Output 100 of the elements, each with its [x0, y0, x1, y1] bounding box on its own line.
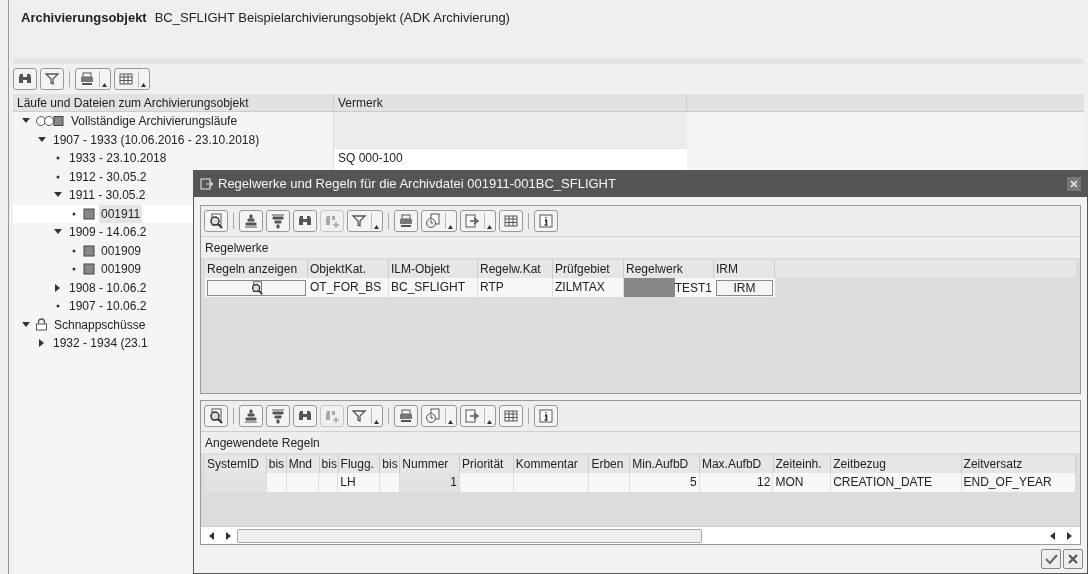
tree-node[interactable]: Vollständige Archivierungsläufe: [69, 112, 240, 131]
dropdown-arrow-icon: [102, 83, 107, 87]
show-rules-button[interactable]: [207, 279, 306, 296]
column-header[interactable]: Vermerk: [334, 94, 687, 111]
info-button[interactable]: [534, 210, 558, 232]
sort-descending-button[interactable]: [266, 404, 290, 427]
collapse-toggle-icon[interactable]: [37, 136, 47, 143]
cancel-button[interactable]: [1063, 549, 1083, 569]
confirm-button[interactable]: [1041, 549, 1061, 569]
tree-node[interactable]: 1909 - 14.06.2: [67, 223, 149, 242]
tree-node[interactable]: 1907 - 1933 (10.06.2016 - 23.10.2018): [51, 130, 262, 149]
dropdown-arrow-icon: [448, 225, 453, 229]
table-cell: OT_FOR_BS: [308, 278, 389, 297]
cross-icon: [1067, 553, 1079, 565]
tree-node[interactable]: 001909: [99, 260, 144, 279]
binoculars-button[interactable]: [293, 210, 317, 232]
document-clock-menu-button[interactable]: [421, 210, 457, 232]
document-arrow-menu-button[interactable]: [460, 210, 496, 232]
column-header[interactable]: Max.AufbD: [699, 454, 774, 473]
sort-ascending-icon: [243, 407, 259, 424]
table-grid-button[interactable]: [499, 404, 523, 427]
column-header[interactable]: Regeln anzeigen: [205, 260, 308, 278]
filter-menu-button[interactable]: [347, 210, 383, 232]
tree-node[interactable]: 001911: [99, 204, 143, 223]
tree-node[interactable]: 1912 - 30.05.2: [67, 167, 149, 186]
column-header[interactable]: Zeitversatz: [961, 454, 1076, 473]
sort-descending-icon: [270, 407, 286, 424]
column-header[interactable]: Mnd: [286, 454, 320, 473]
column-header[interactable]: Prüfgebiet: [553, 260, 624, 278]
square-icon: [83, 263, 95, 276]
document-clock-icon: [425, 407, 441, 424]
tree-node[interactable]: 1911 - 30.05.2: [67, 186, 148, 205]
tree-node[interactable]: 1908 - 10.06.2: [67, 278, 149, 297]
document-clock-menu-button[interactable]: [421, 404, 457, 427]
column-header[interactable]: Kommentar: [513, 454, 590, 473]
printer-button[interactable]: [394, 404, 418, 427]
column-header[interactable]: ObjektKat.: [308, 260, 389, 278]
column-header[interactable]: Flugg.: [338, 454, 381, 473]
table-grid-icon: [118, 71, 134, 87]
info-icon: [538, 407, 554, 424]
collapse-toggle-icon[interactable]: [21, 321, 31, 328]
binoculars-plus-icon: [324, 213, 340, 229]
collapse-toggle-icon[interactable]: [53, 229, 63, 236]
collapse-toggle-icon[interactable]: [21, 118, 31, 125]
filter-menu-button[interactable]: [347, 404, 383, 427]
close-button[interactable]: [1067, 177, 1081, 191]
info-button[interactable]: [534, 404, 558, 427]
column-header[interactable]: Regelwerk: [624, 260, 714, 278]
collapse-toggle-icon[interactable]: [53, 192, 63, 199]
table-cell: RTP: [478, 278, 553, 297]
square-icon: [83, 244, 95, 257]
magnifier-document-button[interactable]: [204, 210, 228, 232]
table-grid-menu-button[interactable]: [114, 68, 150, 90]
dropdown-arrow-icon: [487, 225, 492, 229]
tree-node[interactable]: 001909: [99, 241, 144, 260]
column-header[interactable]: IRM: [714, 260, 775, 278]
filter-icon: [351, 407, 367, 424]
filter-icon: [44, 71, 60, 87]
sort-ascending-button[interactable]: [239, 210, 263, 232]
column-header[interactable]: ILM-Objekt: [389, 260, 478, 278]
dialog-window-icon: [200, 178, 214, 190]
note-cell: SQ 000-100: [334, 149, 687, 168]
dropdown-arrow-icon: [374, 225, 379, 229]
column-header[interactable]: Erben: [589, 454, 631, 473]
horizontal-scrollbar[interactable]: [201, 526, 1080, 544]
document-arrow-icon: [464, 407, 480, 424]
filter-button[interactable]: [40, 68, 64, 90]
sort-descending-button[interactable]: [266, 210, 290, 232]
magnifier-document-button[interactable]: [204, 404, 228, 427]
binoculars-button[interactable]: [293, 404, 317, 427]
sort-ascending-button[interactable]: [239, 404, 263, 427]
magnifier-document-icon: [208, 213, 224, 229]
column-header[interactable]: bis: [266, 454, 287, 473]
table-cell-text: TEST1: [674, 279, 713, 297]
document-arrow-menu-button[interactable]: [460, 404, 496, 427]
circles-square-icon: [35, 115, 65, 128]
column-header[interactable]: SystemID: [205, 454, 267, 473]
tree-node[interactable]: Schnappschüsse: [52, 315, 148, 334]
printer-menu-button[interactable]: [75, 68, 111, 90]
printer-button[interactable]: [394, 210, 418, 232]
column-header[interactable]: bis: [380, 454, 401, 473]
tree-node[interactable]: 1933 - 23.10.2018: [67, 149, 169, 168]
printer-icon: [398, 407, 414, 424]
column-header[interactable]: Nummer: [400, 454, 461, 473]
column-header[interactable]: bis: [319, 454, 339, 473]
column-header[interactable]: Min.AufbD: [630, 454, 700, 473]
binoculars-button[interactable]: [13, 68, 37, 90]
scrollbar-thumb[interactable]: [237, 528, 702, 543]
table-grid-button[interactable]: [499, 210, 523, 232]
column-header[interactable]: Zeiteinh.: [773, 454, 832, 473]
column-header[interactable]: Regelw.Kat: [478, 260, 553, 278]
column-header[interactable]: Priorität: [460, 454, 514, 473]
column-header[interactable]: Zeitbezug: [831, 454, 962, 473]
column-header[interactable]: Läufe und Dateien zum Archivierungsobjekt: [13, 94, 334, 111]
magnifier-document-icon: [208, 407, 224, 424]
printer-icon: [398, 213, 414, 229]
tree-node[interactable]: 1907 - 10.06.2: [67, 297, 149, 316]
tree-node[interactable]: 1932 - 1934 (23.1: [51, 334, 150, 353]
irm-button[interactable]: IRM: [716, 279, 773, 296]
dropdown-arrow-icon: [141, 83, 146, 87]
